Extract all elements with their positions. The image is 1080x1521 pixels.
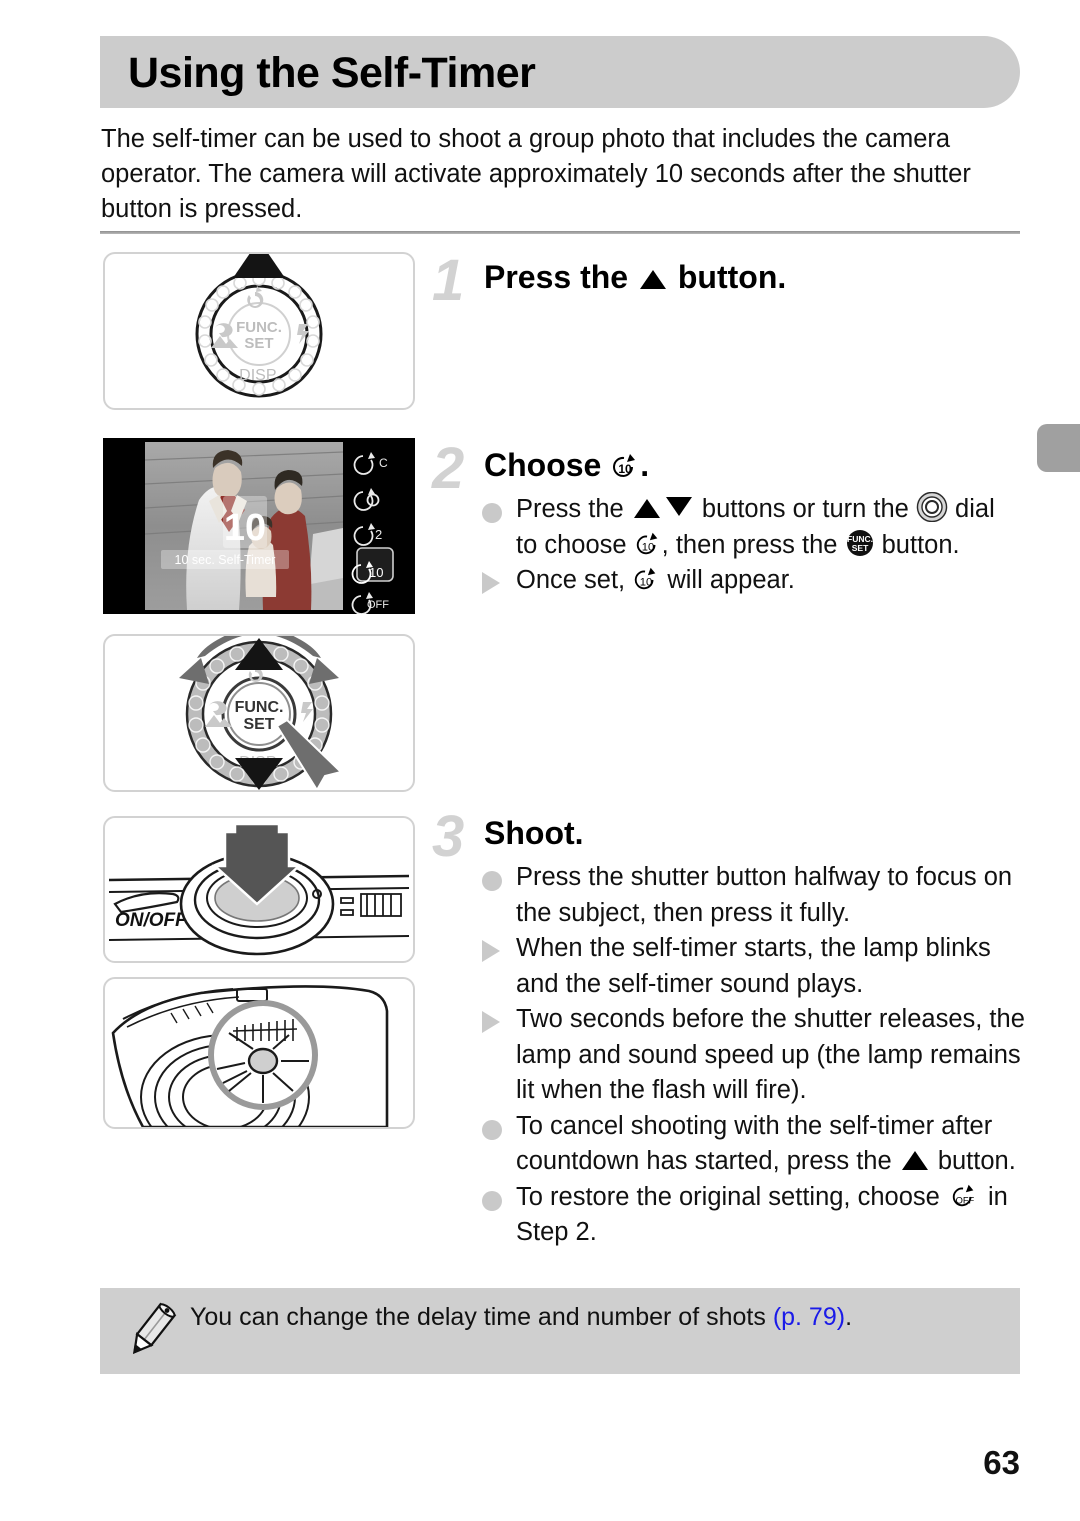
step-2-heading: Choose 10 . — [484, 444, 649, 486]
bullet2-text-a: Once set, — [516, 566, 633, 594]
svg-text:C: C — [379, 456, 388, 470]
svg-text:OFF: OFF — [956, 1195, 975, 1205]
section-divider — [100, 231, 1020, 234]
note-page-link[interactable]: (p. 79) — [773, 1303, 845, 1331]
step-3-number: 3 — [432, 804, 465, 869]
bullet-dot-icon — [482, 498, 502, 534]
self-timer-10sec-icon: 10 — [613, 454, 636, 477]
step-2-bullet-1-line2: to choose 10 , then press the FUNC. SET … — [480, 528, 1040, 564]
step-3-body: Press the shutter button halfway to focu… — [480, 860, 1040, 1251]
note-text: You can change the delay time and number… — [190, 1300, 990, 1334]
manual-page: Using the Self-Timer The self-timer can … — [0, 0, 1080, 1521]
svg-text:OFF: OFF — [367, 599, 389, 611]
bullet-dot-icon — [482, 1115, 502, 1151]
bullet-text-a: Press the — [516, 495, 631, 523]
step-1-number: 1 — [432, 248, 465, 313]
self-timer-10sec-icon: 10 — [635, 567, 656, 590]
svg-text:SET: SET — [243, 716, 274, 733]
camera-power-label: ON/OFF — [115, 910, 188, 931]
step-1-heading: Press the button. — [484, 256, 786, 298]
bullet-triangle-icon — [482, 1008, 500, 1044]
bullet-text-c: dial — [947, 495, 995, 523]
lcd-countdown-value: 10 — [224, 507, 266, 549]
svg-text:FUNC.: FUNC. — [235, 699, 284, 716]
bullet5-text-a: To restore the original setting, choose — [516, 1182, 947, 1211]
step-3-bullet-3: Two seconds before the shutter releases,… — [480, 1002, 1040, 1109]
line2-text-c: button. — [874, 530, 960, 559]
bullet2-text-b: will appear. — [660, 566, 795, 594]
bullet-text-b: buttons or turn the — [694, 495, 916, 523]
page-title: Using the Self-Timer — [128, 49, 536, 97]
line2-text-a: to choose — [516, 530, 634, 559]
note-text-after: . — [845, 1303, 853, 1331]
svg-text:10: 10 — [369, 565, 383, 580]
bullet-triangle-icon — [482, 569, 500, 605]
svg-text:SET: SET — [244, 335, 273, 352]
self-timer-off-icon: OFF — [952, 1184, 975, 1206]
svg-text:FUNC.: FUNC. — [236, 319, 282, 336]
lcd-caption: 10 sec. Self-Timer — [175, 553, 276, 567]
note-text-before: You can change the delay time and number… — [190, 1303, 773, 1331]
svg-text:SET: SET — [851, 543, 868, 553]
self-timer-10sec-icon: 10 — [636, 532, 658, 554]
step-2-heading-after: . — [640, 447, 650, 483]
step-1-heading-after: button. — [668, 259, 787, 295]
bullet-dot-icon — [482, 866, 502, 902]
step-3-heading: Shoot. — [484, 815, 584, 851]
self-timer-lamp — [247, 1047, 279, 1075]
control-dial-icon — [916, 492, 948, 522]
figure-camera-top-shutter: ON/OFF — [103, 816, 415, 963]
svg-text:10: 10 — [641, 541, 653, 553]
figure-control-dial-turn-set: FUNC. SET DISP. — [103, 634, 415, 792]
up-button-icon — [901, 1151, 928, 1170]
bullet-text: When the self-timer starts, the lamp bli… — [516, 934, 991, 998]
step-2-body: Press the buttons or turn the dial to ch… — [480, 492, 1040, 599]
figure-lcd-self-timer-menu: 10 10 sec. Self-Timer C 2 10 OFF — [103, 438, 415, 614]
bullet-text: Press the shutter button halfway to focu… — [516, 863, 1013, 927]
chapter-edge-tab — [1037, 424, 1080, 472]
bullet-dot-icon — [482, 1186, 502, 1222]
step-2-bullet-1: Press the buttons or turn the dial — [480, 492, 1040, 528]
bullet-text: Two seconds before the shutter releases,… — [516, 1005, 1025, 1104]
pencil-icon — [132, 1302, 177, 1355]
up-button-icon — [639, 270, 666, 289]
intro-paragraph: The self-timer can be used to shoot a gr… — [101, 125, 971, 223]
step-3-bullet-5: To restore the original setting, choose … — [480, 1180, 1040, 1251]
page-number: 63 — [983, 1444, 1020, 1481]
bullet4-text-b: button. — [930, 1147, 1016, 1175]
bullet-triangle-icon — [482, 937, 500, 973]
step-3-bullet-4: To cancel shooting with the self-timer a… — [480, 1109, 1040, 1180]
step-1-heading-before: Press the — [484, 259, 637, 295]
func-set-icon: FUNC. SET — [846, 529, 873, 556]
svg-text:DISP.: DISP. — [239, 367, 279, 384]
step-3-bullet-2: When the self-timer starts, the lamp bli… — [480, 931, 1040, 1002]
svg-text:10: 10 — [619, 462, 633, 476]
line2-text-b: , then press the — [661, 530, 845, 559]
figure-camera-front-lamp — [103, 977, 415, 1129]
svg-text:2: 2 — [375, 527, 382, 542]
svg-text:10: 10 — [640, 577, 652, 589]
up-button-icon — [633, 499, 660, 518]
step-2-number: 2 — [432, 436, 465, 501]
step-2-heading-before: Choose — [484, 447, 611, 483]
down-button-icon — [665, 497, 692, 516]
figure-control-dial-press-up: FUNC. SET DISP. — [103, 252, 415, 410]
step-3-bullet-1: Press the shutter button halfway to focu… — [480, 860, 1040, 931]
step-2-bullet-2: Once set, 10 will appear. — [480, 563, 1040, 599]
